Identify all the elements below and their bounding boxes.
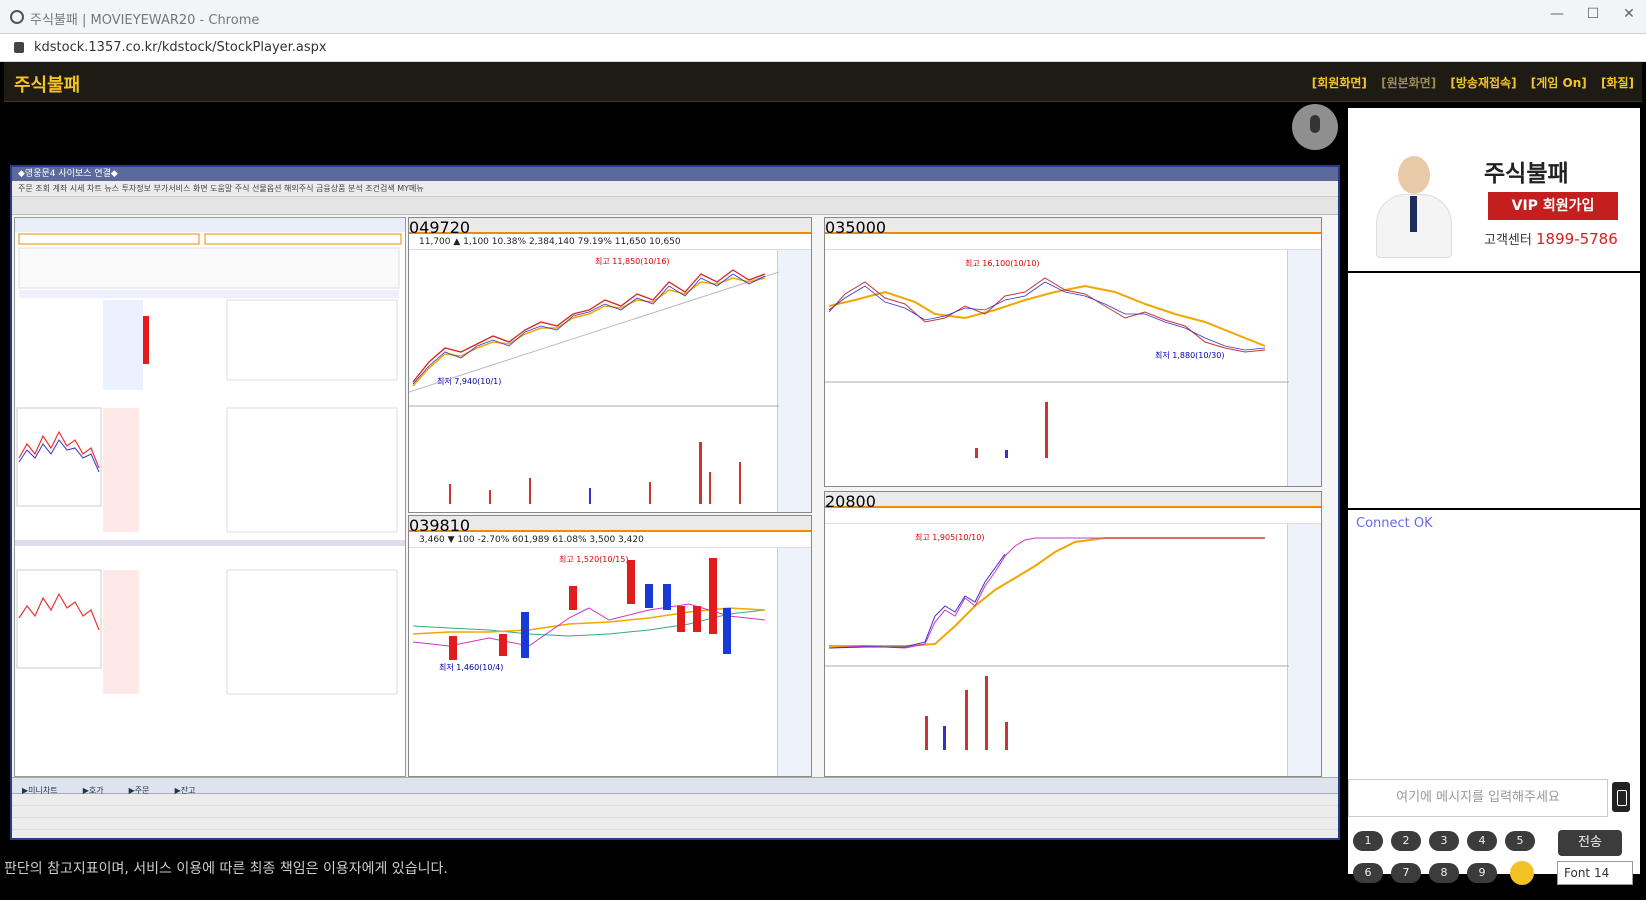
brand-name: 주식불패 xyxy=(1484,161,1569,187)
quality-link[interactable]: [화질] xyxy=(1601,76,1634,90)
key-3[interactable]: 3 xyxy=(1429,831,1459,851)
chart-1-quote: 11,700 ▲ 1,100 10.38% 2,384,140 79.19% 1… xyxy=(409,234,811,250)
key-8[interactable]: 8 xyxy=(1429,863,1459,883)
app-header: 주식불패 [회원화면] [원본화면] [방송재접속] [게임 On] [화질] xyxy=(4,62,1642,102)
bottom-tab-1[interactable]: ▶미니차트 xyxy=(22,786,58,795)
shared-screen: ◆영웅문4 사이보스 연결◆ 주문 조회 계좌 시세 차트 뉴스 투자정보 부가… xyxy=(10,165,1340,840)
hts-bottom-bar: ▶미니차트 ▶호가 ▶주문 ▶잔고 xyxy=(12,777,1338,838)
font-size-select[interactable]: Font 14 xyxy=(1557,861,1633,885)
chart-3-price-axis xyxy=(1287,250,1321,486)
avatar xyxy=(1370,148,1456,258)
customer-center: 고객센터 1899-5786 xyxy=(1484,229,1618,248)
minimize-button[interactable]: — xyxy=(1542,6,1572,28)
chart-3-plot: 최고 16,100(10/10) 최저 1,880(10/30) xyxy=(825,258,1289,458)
hts-toolbar xyxy=(12,197,1338,215)
vip-signup-button[interactable]: VIP 회원가입 xyxy=(1488,192,1618,220)
hts-menubar: 주문 조회 계좌 시세 차트 뉴스 투자정보 부가서비스 화면 도움말 주식 선… xyxy=(12,181,1338,197)
close-button[interactable]: ✕ xyxy=(1614,6,1644,28)
chart-4-quote xyxy=(825,508,1321,524)
chat-message: Connect OK xyxy=(1356,516,1433,531)
lock-icon xyxy=(14,42,24,53)
profile-banner[interactable]: 주식불패 VIP 회원가입 고객센터 1899-5786 xyxy=(1348,108,1640,271)
chart-window-3[interactable]: 035000 최고 16,100(10/10) 최저 1,880(10/30) xyxy=(824,217,1322,487)
chart-3-code[interactable]: 035000 xyxy=(825,218,1321,237)
address-bar[interactable]: kdstock.1357.co.kr/kdstock/StockPlayer.a… xyxy=(0,34,1646,62)
browser-titlebar: 주식불패 | MOVIEYEWAR20 - Chrome — ☐ ✕ xyxy=(0,0,1646,34)
key-5[interactable]: 5 xyxy=(1505,831,1535,851)
chart-4-high-label: 최고 1,905(10/10) xyxy=(915,532,984,542)
bottom-tab-3[interactable]: ▶주문 xyxy=(129,786,150,795)
chart-4-plot: 최고 1,905(10/10) xyxy=(825,532,1289,750)
reconnect-link[interactable]: [방송재접속] xyxy=(1450,76,1516,90)
chart-window-1[interactable]: 049720 11,700 ▲ 1,100 10.38% 2,384,140 7… xyxy=(408,217,812,513)
site-logo[interactable]: 주식불패 xyxy=(14,71,80,97)
chart-window-2[interactable]: 039810 3,460 ▼ 100 -2.70% 601,989 61.08%… xyxy=(408,515,812,777)
send-button[interactable]: 전송 xyxy=(1558,830,1622,856)
cs-number: 1899-5786 xyxy=(1535,230,1618,248)
blank-panel xyxy=(1348,273,1640,508)
key-6[interactable]: 6 xyxy=(1353,863,1383,883)
chart-2-code[interactable]: 039810 xyxy=(409,516,811,535)
chart-1-price-axis xyxy=(777,250,811,512)
emoji-icon[interactable] xyxy=(1510,861,1534,885)
chat-log[interactable]: Connect OK xyxy=(1348,510,1640,874)
hts-titlebar: ◆영웅문4 사이보스 연결◆ xyxy=(12,167,1338,181)
chart-1-code[interactable]: 049720 xyxy=(409,218,811,237)
cs-label: 고객센터 xyxy=(1484,233,1532,248)
chart-1-plot: 최고 11,850(10/16) 최저 7,940(10/1) xyxy=(409,256,779,504)
microphone-icon[interactable] xyxy=(1292,104,1338,150)
disclaimer-text: 판단의 참고지표이며, 서비스 이용에 따른 최종 책임은 이용자에게 있습니다… xyxy=(4,861,448,877)
window-title: 주식불패 | MOVIEYEWAR20 - Chrome xyxy=(30,13,260,28)
chart-2-low-label: 최저 1,460(10/4) xyxy=(439,662,503,672)
order-panel-graphics xyxy=(15,218,405,695)
member-screen-link[interactable]: [회원화면] xyxy=(1312,76,1367,90)
chart-1-high-label: 최고 11,850(10/16) xyxy=(595,256,670,266)
key-9[interactable]: 9 xyxy=(1467,863,1497,883)
order-panel xyxy=(14,217,406,777)
key-4[interactable]: 4 xyxy=(1467,831,1497,851)
hts-bottom-tabs: ▶미니차트 ▶호가 ▶주문 ▶잔고 xyxy=(12,778,1338,795)
key-1[interactable]: 1 xyxy=(1353,831,1383,851)
chart-1-low-label: 최저 7,940(10/1) xyxy=(437,376,501,386)
chart-2-plot: 최고 1,520(10/15) 최저 1,460(10/4) xyxy=(412,554,766,672)
chart-3-low-label: 최저 1,880(10/30) xyxy=(1155,350,1224,360)
key-2[interactable]: 2 xyxy=(1391,831,1421,851)
key-7[interactable]: 7 xyxy=(1391,863,1421,883)
original-screen-link[interactable]: [원본화면] xyxy=(1381,76,1436,90)
chart-2-quote: 3,460 ▼ 100 -2.70% 601,989 61.08% 3,500 … xyxy=(409,532,811,548)
chart-4-price-axis xyxy=(1287,524,1321,776)
chart-window-4[interactable]: 20800 최고 1,905(10/10) xyxy=(824,491,1322,777)
favicon-icon xyxy=(10,10,24,24)
bottom-tab-4[interactable]: ▶잔고 xyxy=(175,786,196,795)
chart-4-code[interactable]: 20800 xyxy=(825,492,1321,511)
game-on-link[interactable]: [게임 On] xyxy=(1531,76,1587,90)
chart-2-price-axis xyxy=(777,548,811,776)
chat-input[interactable]: 여기에 메시지를 입력해주세요 xyxy=(1348,779,1608,817)
url-text[interactable]: kdstock.1357.co.kr/kdstock/StockPlayer.a… xyxy=(34,40,327,55)
scroll-lock-icon[interactable] xyxy=(1612,782,1630,812)
chart-2-high-label: 최고 1,520(10/15) xyxy=(559,554,628,564)
header-nav: [회원화면] [원본화면] [방송재접속] [게임 On] [화질] xyxy=(1302,74,1634,91)
maximize-button[interactable]: ☐ xyxy=(1578,6,1608,28)
chart-3-quote xyxy=(825,234,1321,250)
bottom-tab-2[interactable]: ▶호가 xyxy=(83,786,104,795)
chart-3-high-label: 최고 16,100(10/10) xyxy=(965,258,1040,268)
